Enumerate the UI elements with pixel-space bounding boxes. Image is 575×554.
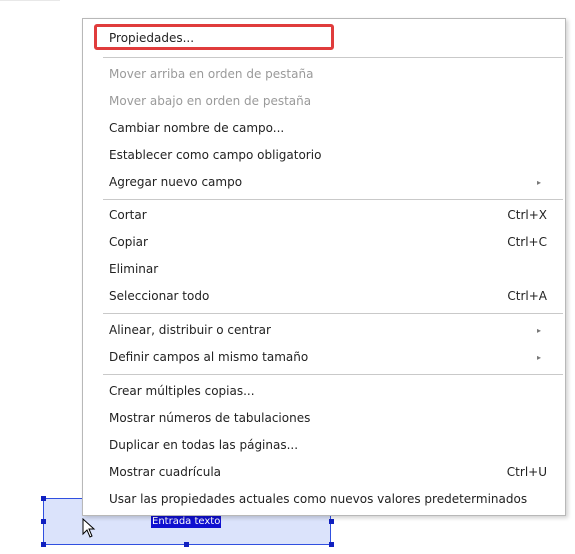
menu-item-mover-arriba[interactable]: Mover arriba en orden de pestaña bbox=[83, 61, 565, 87]
field-name-label: Entrada texto bbox=[151, 515, 222, 528]
shortcut-label: Ctrl+A bbox=[507, 289, 547, 303]
top-divider bbox=[0, 0, 60, 1]
menu-item-label: Crear múltiples copias... bbox=[109, 384, 255, 398]
menu-item-label: Mostrar cuadrícula bbox=[109, 465, 222, 479]
menu-item-seleccionar-todo[interactable]: Seleccionar todo Ctrl+A bbox=[83, 283, 565, 309]
menu-item-label: Eliminar bbox=[109, 262, 159, 276]
resize-handle-left[interactable] bbox=[41, 519, 46, 524]
menu-separator bbox=[103, 374, 563, 375]
submenu-arrow-icon: ▸ bbox=[536, 177, 541, 187]
menu-item-label: Cortar bbox=[109, 208, 147, 222]
shortcut-label: Ctrl+C bbox=[507, 235, 547, 249]
resize-handle-right[interactable] bbox=[329, 519, 334, 524]
menu-item-agregar-campo[interactable]: Agregar nuevo campo ▸ bbox=[83, 169, 565, 195]
menu-item-label: Copiar bbox=[109, 235, 148, 249]
menu-item-label: Definir campos al mismo tamaño bbox=[109, 350, 309, 364]
menu-separator bbox=[103, 313, 563, 314]
shortcut-label: Ctrl+X bbox=[507, 208, 547, 222]
resize-handle-bottom[interactable] bbox=[184, 542, 189, 547]
menu-item-mostrar-cuadricula[interactable]: Mostrar cuadrícula Ctrl+U bbox=[83, 459, 565, 485]
menu-item-alinear[interactable]: Alinear, distribuir o centrar ▸ bbox=[83, 317, 565, 343]
context-menu: Propiedades... Mover arriba en orden de … bbox=[82, 18, 566, 516]
menu-item-label: Mostrar números de tabulaciones bbox=[109, 411, 311, 425]
menu-separator bbox=[103, 57, 563, 58]
resize-handle-bottom-left[interactable] bbox=[41, 542, 46, 547]
menu-item-duplicar-paginas[interactable]: Duplicar en todas las páginas... bbox=[83, 432, 565, 458]
menu-item-usar-propiedades[interactable]: Usar las propiedades actuales como nuevo… bbox=[83, 486, 565, 512]
menu-item-label: Agregar nuevo campo bbox=[109, 175, 243, 189]
menu-item-label: Usar las propiedades actuales como nuevo… bbox=[109, 492, 528, 506]
menu-item-label: Cambiar nombre de campo... bbox=[109, 121, 285, 135]
arrow-pointer-icon bbox=[82, 518, 96, 538]
menu-item-cambiar-nombre[interactable]: Cambiar nombre de campo... bbox=[83, 115, 565, 141]
menu-item-eliminar[interactable]: Eliminar bbox=[83, 256, 565, 282]
menu-item-label: Duplicar en todas las páginas... bbox=[109, 438, 299, 452]
menu-item-label: Establecer como campo obligatorio bbox=[109, 148, 322, 162]
resize-handle-bottom-right[interactable] bbox=[329, 542, 334, 547]
menu-item-crear-copias[interactable]: Crear múltiples copias... bbox=[83, 378, 565, 404]
menu-item-numeros-tabulaciones[interactable]: Mostrar números de tabulaciones bbox=[83, 405, 565, 431]
submenu-arrow-icon: ▸ bbox=[536, 352, 541, 362]
menu-item-label: Mover abajo en orden de pestaña bbox=[109, 94, 312, 108]
highlight-box bbox=[94, 24, 334, 50]
menu-item-label: Alinear, distribuir o centrar bbox=[109, 323, 271, 337]
shortcut-label: Ctrl+U bbox=[506, 465, 547, 479]
menu-item-mover-abajo[interactable]: Mover abajo en orden de pestaña bbox=[83, 88, 565, 114]
submenu-arrow-icon: ▸ bbox=[536, 325, 541, 335]
menu-item-mismo-tamano[interactable]: Definir campos al mismo tamaño ▸ bbox=[83, 344, 565, 370]
menu-item-label: Seleccionar todo bbox=[109, 289, 210, 303]
menu-item-cortar[interactable]: Cortar Ctrl+X bbox=[83, 202, 565, 228]
resize-handle-top-left[interactable] bbox=[41, 496, 46, 501]
menu-item-campo-obligatorio[interactable]: Establecer como campo obligatorio bbox=[83, 142, 565, 168]
menu-separator bbox=[103, 199, 563, 200]
menu-item-label: Mover arriba en orden de pestaña bbox=[109, 67, 314, 81]
menu-item-copiar[interactable]: Copiar Ctrl+C bbox=[83, 229, 565, 255]
